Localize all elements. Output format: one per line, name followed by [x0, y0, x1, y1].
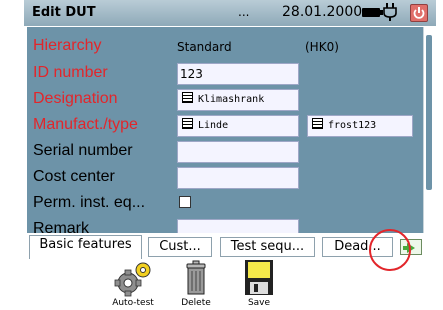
power-icon[interactable] — [410, 4, 428, 22]
battery-icon — [362, 8, 383, 17]
scroll-thumb[interactable] — [426, 35, 432, 190]
save-label: Save — [247, 298, 271, 308]
label-serial-number: Serial number — [33, 142, 133, 159]
delete-button[interactable]: Delete — [171, 259, 221, 309]
lookup-icon — [182, 118, 193, 129]
dut-form: Hierarchy Standard (HK0) ID number 123 D… — [27, 27, 423, 233]
type-lookup[interactable]: frost123 — [307, 115, 413, 137]
label-cost-center: Cost center — [33, 168, 115, 185]
date-display: 28.01.2000 — [282, 4, 363, 20]
title-ellipsis: ... — [238, 5, 250, 19]
designation-value: Klimashrank — [198, 94, 265, 105]
designation-lookup[interactable]: Klimashrank — [177, 89, 299, 111]
autotest-label: Auto-test — [112, 298, 154, 308]
autotest-button[interactable]: Auto-test — [108, 259, 158, 309]
delete-label: Delete — [181, 298, 211, 308]
plug-icon — [383, 3, 397, 21]
title-bar: Edit DUT ... 28.01.2000 — [24, 0, 436, 26]
lookup-icon — [312, 118, 323, 129]
label-designation: Designation — [33, 90, 118, 107]
highlight-circle — [369, 229, 411, 271]
hierarchy-value: Standard — [177, 40, 232, 54]
window-title: Edit DUT — [32, 5, 96, 20]
serial-number-field[interactable] — [177, 141, 299, 163]
form-scrollbar[interactable] — [423, 27, 434, 233]
gear-icon — [114, 262, 151, 297]
tab-test-sequence[interactable]: Test sequ... — [220, 237, 315, 257]
remark-field[interactable] — [177, 219, 299, 233]
lookup-icon — [182, 92, 193, 103]
bottom-toolbar: Auto-test Delete Save — [24, 259, 436, 310]
manufacturer-value: Linde — [198, 120, 229, 131]
type-value: frost123 — [328, 120, 377, 131]
hierarchy-code: (HK0) — [305, 40, 339, 54]
label-remark: Remark — [33, 220, 90, 233]
cost-center-field[interactable] — [177, 167, 299, 189]
trash-icon — [186, 260, 206, 295]
label-perm-inst: Perm. inst. eq... — [33, 194, 146, 211]
manufacturer-lookup[interactable]: Linde — [177, 115, 299, 137]
label-hierarchy: Hierarchy — [33, 37, 102, 54]
tab-basic-features[interactable]: Basic features — [29, 235, 142, 259]
perm-inst-checkbox[interactable] — [179, 196, 191, 208]
save-button[interactable]: Save — [234, 259, 284, 309]
id-number-field[interactable]: 123 — [177, 63, 299, 85]
tab-customer[interactable]: Cust... — [148, 237, 212, 257]
floppy-disk-icon — [245, 260, 273, 295]
label-id-number: ID number — [33, 64, 108, 81]
label-manufact-type: Manufact./type — [33, 116, 138, 133]
